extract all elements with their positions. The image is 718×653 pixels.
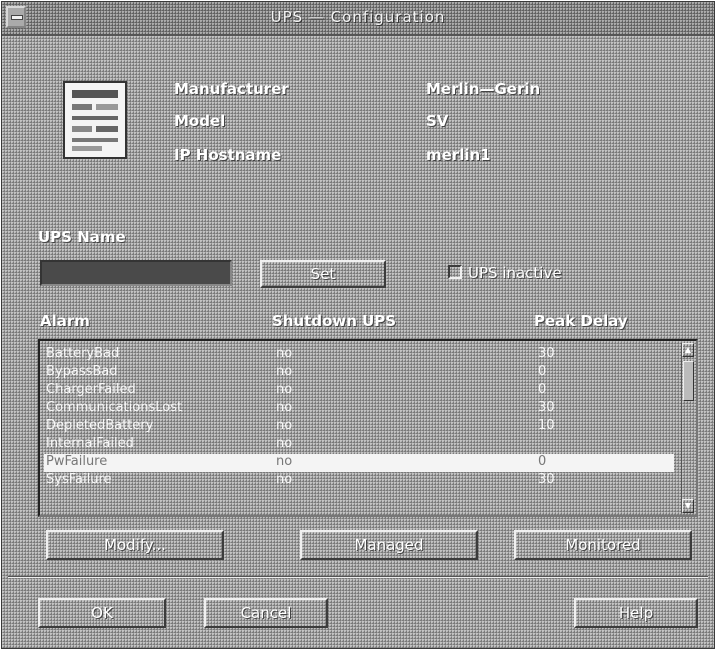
table-row[interactable]: CommunicationsLost no 30	[44, 400, 674, 418]
alarm-list-scrollbar[interactable]: ▲ ▼	[681, 343, 694, 513]
table-row-selected[interactable]: PwFailure no 0	[44, 454, 674, 472]
model-label: Model	[174, 112, 226, 130]
column-header-peak-delay: Peak Delay	[534, 312, 628, 330]
cancel-button-label: Cancel	[240, 604, 292, 622]
title-bar[interactable]: UPS — Configuration	[2, 2, 714, 36]
model-value: SV	[426, 112, 449, 130]
managed-button[interactable]: Managed	[300, 530, 478, 560]
column-header-shutdown-ups: Shutdown UPS	[272, 312, 397, 330]
table-row[interactable]: InternalFailed no	[44, 436, 674, 454]
separator	[8, 576, 708, 578]
ups-document-icon	[63, 81, 127, 159]
ups-name-input[interactable]	[40, 260, 232, 286]
modify-button-label: Modify...	[104, 536, 166, 554]
ups-name-label: UPS Name	[38, 228, 126, 246]
manufacturer-value: Merlin—Gerin	[426, 80, 541, 98]
ok-button[interactable]: OK	[38, 598, 166, 628]
table-row[interactable]: DepletedBattery no 10	[44, 418, 674, 436]
column-header-alarm: Alarm	[40, 312, 90, 330]
ups-inactive-label: UPS inactive	[468, 264, 562, 282]
alarm-list[interactable]: BatteryBad no 30 BypassBad no 0 ChargerF…	[38, 339, 698, 517]
ups-configuration-window: UPS — Configuration Manufacturer Merlin—…	[1, 1, 715, 649]
scroll-down-arrow-icon[interactable]: ▼	[682, 499, 694, 513]
set-button[interactable]: Set	[260, 260, 386, 288]
manufacturer-label: Manufacturer	[174, 80, 289, 98]
hostname-label: IP Hostname	[174, 146, 282, 164]
table-row[interactable]: BypassBad no 0	[44, 364, 674, 382]
help-button[interactable]: Help	[574, 598, 698, 628]
ups-inactive-checkbox[interactable]	[448, 265, 462, 279]
monitored-button-label: Monitored	[565, 536, 641, 554]
scroll-up-arrow-icon[interactable]: ▲	[682, 343, 694, 357]
dialog-body: Manufacturer Merlin—Gerin Model SV IP Ho…	[2, 36, 714, 648]
table-row[interactable]: SysFailure no 30	[44, 472, 674, 490]
set-button-label: Set	[310, 265, 336, 283]
table-row[interactable]: BatteryBad no 30	[44, 346, 674, 364]
help-button-label: Help	[618, 604, 654, 622]
monitored-button[interactable]: Monitored	[514, 530, 692, 560]
modify-button[interactable]: Modify...	[46, 530, 224, 560]
scroll-thumb[interactable]	[683, 361, 694, 401]
managed-button-label: Managed	[354, 536, 424, 554]
hostname-value: merlin1	[426, 146, 491, 164]
ok-button-label: OK	[91, 604, 113, 622]
window-title: UPS — Configuration	[270, 8, 446, 26]
cancel-button[interactable]: Cancel	[204, 598, 328, 628]
table-row[interactable]: ChargerFailed no 0	[44, 382, 674, 400]
